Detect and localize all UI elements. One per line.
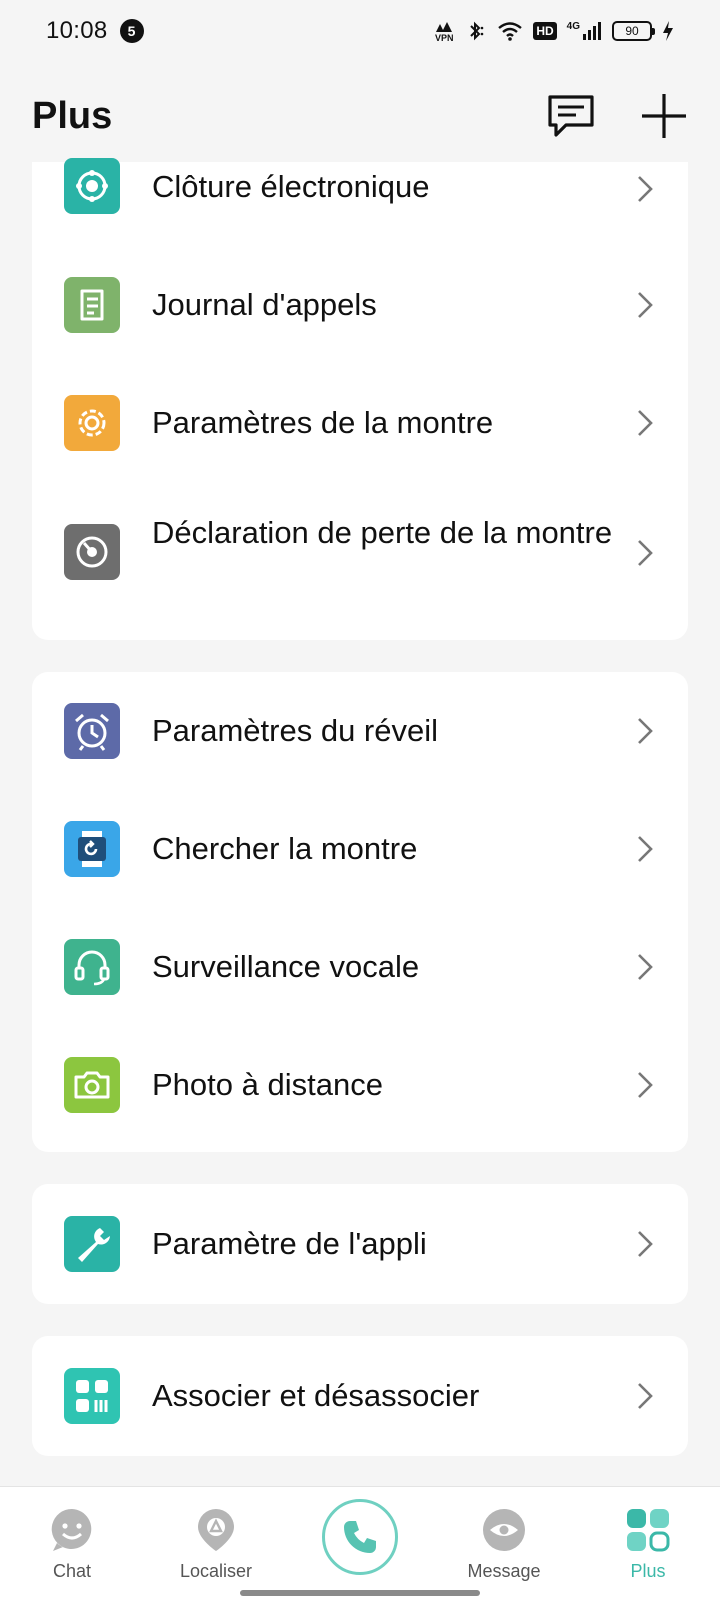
gear-icon <box>64 395 120 451</box>
smiley-icon <box>49 1507 95 1553</box>
nav-chat[interactable]: Chat <box>12 1487 132 1600</box>
battery-indicator: 90 <box>612 21 655 41</box>
add-button[interactable] <box>640 92 688 140</box>
wifi-icon <box>497 20 523 42</box>
menu-item-call-log[interactable]: Journal d'appels <box>32 246 688 364</box>
settings-card-2: Paramètres du réveil Chercher la montre … <box>32 672 688 1152</box>
grid-icon <box>625 1507 671 1553</box>
header-actions <box>546 92 688 140</box>
menu-item-alarm[interactable]: Paramètres du réveil <box>32 672 688 790</box>
call-log-icon <box>64 277 120 333</box>
menu-item-label: Clôture électronique <box>152 169 430 204</box>
chevron-right-icon <box>638 176 653 202</box>
menu-item-label: Associer et désassocier <box>152 1378 480 1413</box>
pair-icon <box>64 1368 120 1424</box>
page-title: Plus <box>32 94 113 137</box>
charging-icon <box>662 20 674 42</box>
notification-count-badge: 5 <box>119 19 144 43</box>
menu-item-label: Paramètres de la montre <box>152 405 494 440</box>
vpn-label: VPN <box>435 32 454 43</box>
home-indicator[interactable] <box>240 1590 480 1596</box>
signal-icon: 4G <box>567 21 602 41</box>
menu-item-watch-settings[interactable]: Paramètres de la montre <box>32 364 688 482</box>
menu-item-label: Surveillance vocale <box>152 949 420 984</box>
menu-item-label: Paramètres du réveil <box>152 713 439 748</box>
lost-watch-icon <box>64 524 120 580</box>
menu-item-voice-monitoring[interactable]: Surveillance vocale <box>32 908 688 1026</box>
menu-item-app-settings[interactable]: Paramètre de l'appli <box>32 1184 688 1304</box>
chevron-right-icon <box>638 540 653 566</box>
camera-icon <box>64 1057 120 1113</box>
call-button[interactable] <box>322 1499 398 1575</box>
location-pin-icon <box>193 1507 239 1553</box>
menu-item-label: Photo à distance <box>152 1067 383 1102</box>
vpn-icon: VPN <box>433 20 455 43</box>
chevron-right-icon <box>638 1231 653 1257</box>
network-label: 4G <box>566 21 580 32</box>
chevron-right-icon <box>638 292 653 318</box>
page-header: Plus <box>0 80 720 152</box>
status-left: 10:08 5 <box>46 17 144 45</box>
chevron-right-icon <box>638 1072 653 1098</box>
wrench-icon <box>64 1216 120 1272</box>
eye-icon <box>481 1507 527 1553</box>
chevron-right-icon <box>638 1383 653 1409</box>
settings-card-1: Clôture électronique Journal d'appels Pa… <box>32 158 688 640</box>
find-watch-icon <box>64 821 120 877</box>
chevron-right-icon <box>638 410 653 436</box>
bottom-nav: Chat Localiser Message Plus <box>0 1486 720 1600</box>
chevron-right-icon <box>638 718 653 744</box>
nav-label: Localiser <box>179 1561 253 1581</box>
nav-localiser[interactable]: Localiser <box>156 1487 276 1600</box>
alarm-clock-icon <box>64 703 120 759</box>
geofence-icon <box>64 158 120 214</box>
menu-item-label: Journal d'appels <box>152 287 377 322</box>
chevron-right-icon <box>638 836 653 862</box>
chevron-right-icon <box>638 954 653 980</box>
nav-plus[interactable]: Plus <box>588 1487 708 1600</box>
menu-item-find-watch[interactable]: Chercher la montre <box>32 790 688 908</box>
menu-item-label: Chercher la montre <box>152 831 418 866</box>
nav-message[interactable]: Message <box>444 1487 564 1600</box>
status-right: VPN HD 4G 90 <box>433 20 674 43</box>
bluetooth-icon <box>465 20 487 42</box>
messages-button[interactable] <box>546 93 596 139</box>
menu-item-label: Paramètre de l'appli <box>152 1226 427 1261</box>
phone-icon <box>344 1521 376 1553</box>
menu-item-label: Déclaration de perte de la montre <box>152 515 613 550</box>
nav-label: Message <box>467 1561 541 1581</box>
status-time: 10:08 <box>46 17 108 44</box>
settings-card-3: Paramètre de l'appli <box>32 1184 688 1304</box>
plus-icon <box>642 94 686 138</box>
menu-item-remote-photo[interactable]: Photo à distance <box>32 1026 688 1144</box>
menu-item-pair-unpair[interactable]: Associer et désassocier <box>32 1336 688 1456</box>
settings-card-4: Associer et désassocier <box>32 1336 688 1456</box>
status-bar: 10:08 5 VPN HD 4G 90 <box>0 0 720 62</box>
chat-bubble-icon <box>548 95 594 137</box>
hd-badge: HD <box>533 22 557 40</box>
headset-icon <box>64 939 120 995</box>
menu-item-geofence[interactable]: Clôture électronique <box>32 158 688 218</box>
nav-label: Plus <box>630 1561 666 1581</box>
menu-item-lost-watch[interactable]: Déclaration de perte de la montre <box>32 482 688 622</box>
nav-label: Chat <box>52 1561 92 1581</box>
